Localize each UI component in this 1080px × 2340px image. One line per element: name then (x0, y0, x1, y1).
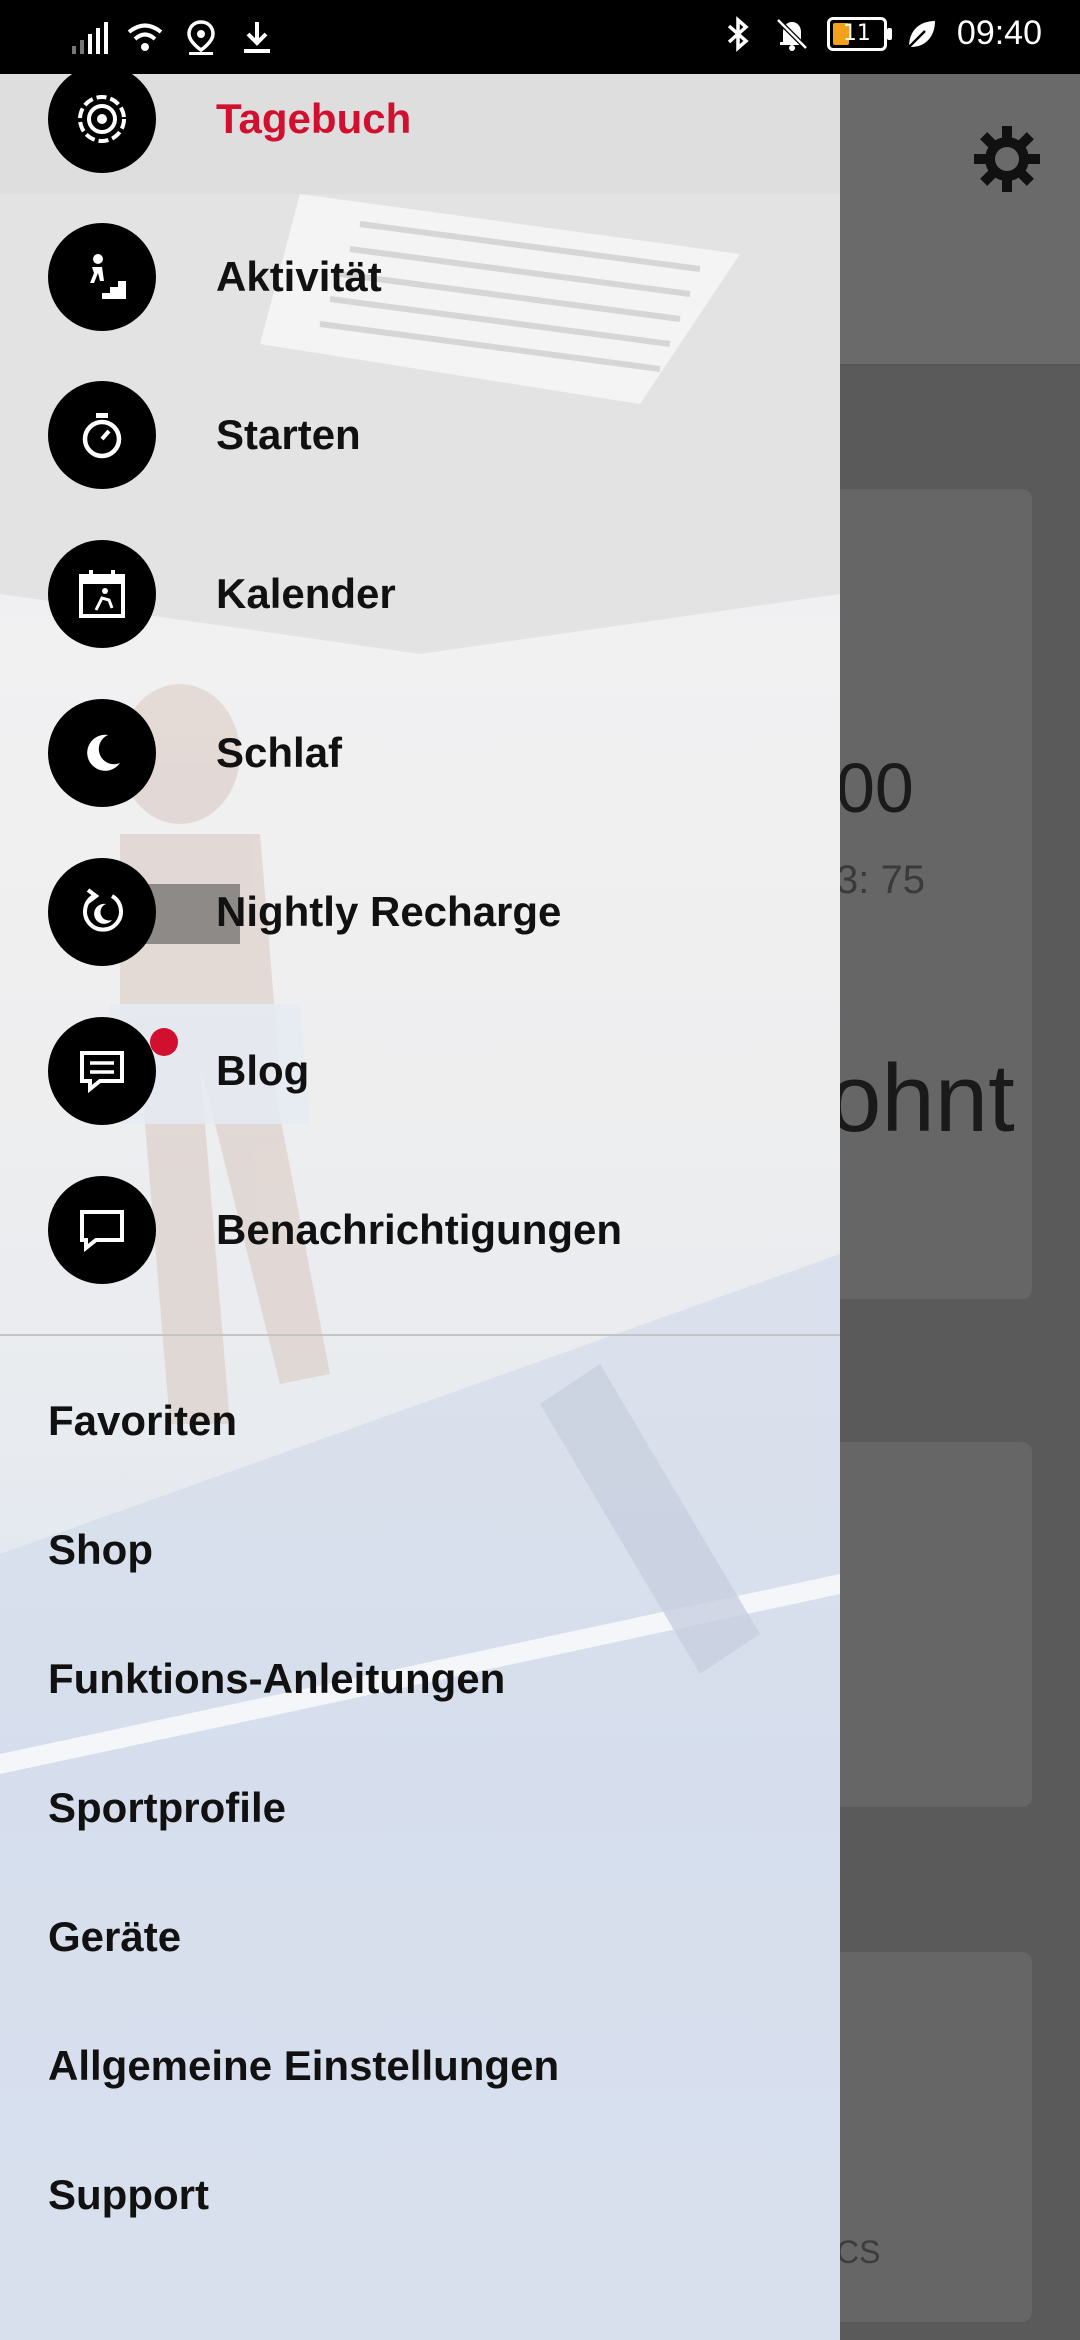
drawer-item-label: Tagebuch (216, 95, 412, 142)
drawer-divider (0, 1334, 840, 1336)
background-footer: CS (836, 2234, 881, 2270)
bell-off-icon (776, 17, 808, 51)
drawer-item-blog[interactable]: Blog (0, 996, 840, 1146)
background-subvalue: 3: 75 (836, 858, 925, 902)
battery-level: 11 (842, 21, 871, 46)
blog-icon (48, 1017, 156, 1125)
bluetooth-icon (727, 15, 749, 52)
clock: 09:40 (956, 14, 1042, 52)
diary-icon (48, 74, 156, 173)
navigation-drawer: Tagebuch Aktivität Starten Kalender Schl… (0, 74, 840, 2340)
drawer-item-schlaf[interactable]: Schlaf (0, 678, 840, 828)
recharge-icon (48, 858, 156, 966)
download-icon (244, 22, 270, 53)
activity-icon (48, 223, 156, 331)
drawer-link-shop[interactable]: Shop (48, 1526, 153, 1574)
drawer-item-label: Schlaf (216, 729, 343, 776)
drawer-item-label: Benachrichtigungen (216, 1206, 623, 1253)
calendar-icon (48, 540, 156, 648)
background-card (820, 1442, 1032, 1807)
drawer-item-benachrichtigungen[interactable]: Benachrichtigungen (0, 1155, 840, 1305)
battery-icon: 11 (826, 16, 892, 51)
drawer-item-label: Starten (216, 411, 361, 458)
drawer-link-geraete[interactable]: Geräte (48, 1913, 181, 1961)
gear-icon[interactable] (972, 124, 1042, 194)
signal-icon (72, 22, 108, 54)
drawer-item-label: Blog (216, 1047, 310, 1094)
leaf-icon (908, 20, 935, 48)
stopwatch-icon (48, 381, 156, 489)
moon-icon (48, 699, 156, 807)
drawer-item-kalender[interactable]: Kalender (0, 519, 840, 669)
drawer-item-tagebuch[interactable]: Tagebuch (0, 74, 840, 194)
background-word: ohnt (828, 1045, 1015, 1152)
wifi-icon (127, 23, 163, 51)
notification-badge (150, 1028, 178, 1056)
drawer-item-label: Aktivität (216, 253, 382, 300)
drawer-item-aktivitaet[interactable]: Aktivität (0, 202, 840, 352)
drawer-link-favoriten[interactable]: Favoriten (48, 1397, 237, 1445)
drawer-link-funktions-anleitungen[interactable]: Funktions-Anleitungen (48, 1655, 505, 1703)
status-bar: 11 09:40 (0, 0, 1080, 74)
drawer-item-starten[interactable]: Starten (0, 360, 840, 510)
location-icon (187, 20, 215, 55)
drawer-link-sportprofile[interactable]: Sportprofile (48, 1784, 286, 1832)
drawer-link-allgemeine-einstellungen[interactable]: Allgemeine Einstellungen (48, 2042, 559, 2090)
drawer-link-support[interactable]: Support (48, 2171, 209, 2219)
drawer-item-label: Kalender (216, 570, 396, 617)
drawer-item-label: Nightly Recharge (216, 888, 562, 935)
background-value: 00 (836, 749, 914, 827)
chat-icon (48, 1176, 156, 1284)
drawer-item-nightly-recharge[interactable]: Nightly Recharge (0, 837, 840, 987)
